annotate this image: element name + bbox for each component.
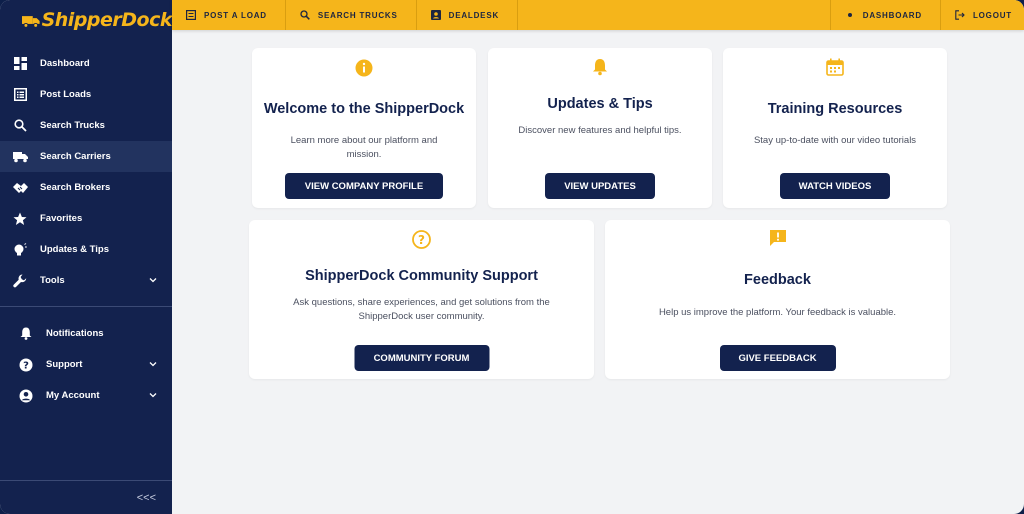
help-circle-icon: ? xyxy=(18,357,34,373)
card-description: Discover new features and helpful tips. xyxy=(518,125,682,136)
chevron-down-icon xyxy=(149,362,157,367)
collapse-label: <<< xyxy=(136,491,156,504)
svg-text:?: ? xyxy=(23,360,29,371)
watch-videos-button[interactable]: WATCH VIDEOS xyxy=(780,173,890,199)
updates-card: Updates & Tips Discover new features and… xyxy=(488,48,712,208)
sidebar-divider xyxy=(0,306,172,307)
community-forum-button[interactable]: COMMUNITY FORUM xyxy=(354,345,489,371)
sidebar-item-support[interactable]: ? Support xyxy=(0,349,172,380)
contact-card-icon xyxy=(430,10,441,20)
brand-name: ShipperDock xyxy=(41,9,173,31)
bell-icon xyxy=(18,326,34,342)
dealdesk-label: DEALDESK xyxy=(448,10,500,20)
card-title: Welcome to the ShipperDock xyxy=(263,101,465,117)
sidebar-item-search-trucks[interactable]: Search Trucks xyxy=(0,110,172,141)
dashboard-link[interactable]: DASHBOARD xyxy=(829,0,940,30)
account-circle-icon xyxy=(18,388,34,404)
dashboard-label: DASHBOARD xyxy=(862,10,922,20)
list-icon xyxy=(186,10,196,20)
search-icon xyxy=(300,10,310,20)
card-description: Ask questions, share experiences, and ge… xyxy=(293,297,550,322)
list-document-icon xyxy=(12,87,28,103)
calendar-icon xyxy=(825,57,845,77)
dealdesk-button[interactable]: DEALDESK xyxy=(417,0,519,30)
welcome-card: Welcome to the ShipperDock Learn more ab… xyxy=(252,48,476,208)
chevron-down-icon xyxy=(149,278,157,283)
sidebar: ShipperDock Dashboard Post Loads Search … xyxy=(0,0,173,514)
card-description: Learn more about our platform and missio… xyxy=(290,135,438,160)
logout-label: LOGOUT xyxy=(972,10,1012,20)
sidebar-item-label: Post Loads xyxy=(40,89,92,100)
bell-icon xyxy=(590,57,610,77)
svg-text:?: ? xyxy=(418,233,425,247)
top-bar: POST A LOAD SEARCH TRUCKS DEALDESK DASHB… xyxy=(172,0,1024,30)
logout-icon xyxy=(955,10,965,20)
truck-icon xyxy=(12,149,28,165)
logout-button[interactable]: LOGOUT xyxy=(939,0,1024,30)
wrench-icon xyxy=(12,273,28,289)
sidebar-nav: Dashboard Post Loads Search Trucks Searc… xyxy=(0,48,172,296)
info-icon xyxy=(354,58,374,78)
sidebar-item-tools[interactable]: Tools xyxy=(0,265,172,296)
card-title: Training Resources xyxy=(767,101,903,117)
card-title: Feedback xyxy=(744,272,811,288)
post-load-label: POST A LOAD xyxy=(204,10,267,20)
sidebar-item-search-carriers[interactable]: Search Carriers xyxy=(0,141,172,172)
sidebar-item-updates-tips[interactable]: Updates & Tips xyxy=(0,234,172,265)
sidebar-item-label: Updates & Tips xyxy=(40,244,109,255)
sidebar-item-notifications[interactable]: Notifications xyxy=(0,318,172,349)
handshake-icon xyxy=(12,180,28,196)
star-icon xyxy=(12,211,28,227)
feedback-card: Feedback Help us improve the platform. Y… xyxy=(605,220,950,379)
sidebar-item-label: Support xyxy=(46,359,83,370)
sidebar-item-search-brokers[interactable]: Search Brokers xyxy=(0,172,172,203)
sidebar-item-label: Search Carriers xyxy=(40,151,111,162)
lightbulb-icon xyxy=(12,242,28,258)
sidebar-item-my-account[interactable]: My Account xyxy=(0,380,172,411)
training-card: Training Resources Stay up-to-date with … xyxy=(723,48,947,208)
search-trucks-button[interactable]: SEARCH TRUCKS xyxy=(286,0,417,30)
community-support-card: ? ShipperDock Community Support Ask ques… xyxy=(249,220,594,379)
card-title: ShipperDock Community Support xyxy=(305,268,538,284)
dot-icon xyxy=(845,10,855,20)
sidebar-item-dashboard[interactable]: Dashboard xyxy=(0,48,172,79)
help-circle-icon: ? xyxy=(412,229,432,249)
chevron-down-icon xyxy=(149,393,157,398)
search-trucks-label: SEARCH TRUCKS xyxy=(317,10,398,20)
dashboard-grid-icon xyxy=(12,56,28,72)
collapse-sidebar-button[interactable]: <<< xyxy=(0,480,172,514)
sidebar-item-label: My Account xyxy=(46,390,100,401)
app-window: ShipperDock Dashboard Post Loads Search … xyxy=(0,0,1024,514)
sidebar-item-label: Dashboard xyxy=(40,58,90,69)
search-icon xyxy=(12,118,28,134)
sidebar-item-favorites[interactable]: Favorites xyxy=(0,203,172,234)
sidebar-item-label: Search Brokers xyxy=(40,182,111,193)
view-updates-button[interactable]: VIEW UPDATES xyxy=(545,173,655,199)
card-description: Help us improve the platform. Your feedb… xyxy=(658,307,897,318)
feedback-alert-icon xyxy=(768,228,788,248)
sidebar-item-label: Notifications xyxy=(46,328,104,339)
sidebar-item-label: Tools xyxy=(40,275,65,286)
post-load-button[interactable]: POST A LOAD xyxy=(172,0,286,30)
view-company-profile-button[interactable]: VIEW COMPANY PROFILE xyxy=(285,173,443,199)
card-title: Updates & Tips xyxy=(547,96,653,112)
sidebar-item-post-loads[interactable]: Post Loads xyxy=(0,79,172,110)
sidebar-item-label: Search Trucks xyxy=(40,120,105,131)
brand-logo[interactable]: ShipperDock xyxy=(0,0,173,40)
give-feedback-button[interactable]: GIVE FEEDBACK xyxy=(719,345,836,371)
sidebar-item-label: Favorites xyxy=(40,213,83,224)
truck-logo-icon xyxy=(22,16,40,28)
card-description: Stay up-to-date with our video tutorials xyxy=(753,135,917,146)
sidebar-secondary-nav: Notifications ? Support My Account xyxy=(0,318,172,411)
